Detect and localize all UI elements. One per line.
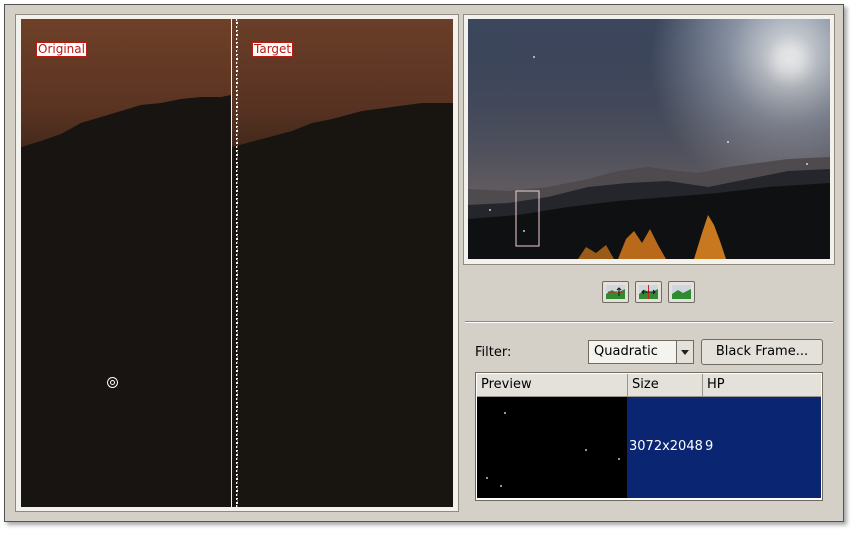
- split-view-icon: [639, 285, 658, 299]
- dropdown-arrow-icon[interactable]: [676, 341, 693, 363]
- crosshair-cursor-icon: [107, 377, 118, 388]
- row-size: 3072x2048: [629, 439, 703, 454]
- overview-image[interactable]: [463, 14, 835, 265]
- compare-view[interactable]: Original Target: [15, 14, 459, 512]
- target-image[interactable]: Target: [232, 19, 453, 507]
- filter-selected-value: Quadratic: [594, 344, 658, 359]
- filter-label: Filter:: [475, 345, 512, 360]
- table-row[interactable]: 3072x2048 9: [477, 397, 821, 498]
- black-frame-button[interactable]: Black Frame...: [701, 339, 823, 365]
- single-view-button[interactable]: [602, 281, 629, 303]
- single-view-icon: [606, 285, 625, 299]
- row-hp: 9: [705, 439, 714, 454]
- section-divider: [465, 321, 833, 323]
- split-divider-handle[interactable]: [236, 19, 238, 507]
- dialog-window: Original Target Filter: Quadratic Black …: [4, 4, 844, 522]
- original-image[interactable]: Original: [21, 19, 231, 507]
- column-header-hp[interactable]: HP: [703, 374, 821, 396]
- split-view-button[interactable]: [635, 281, 662, 303]
- black-frame-preview: [477, 397, 627, 498]
- original-label: Original: [36, 42, 87, 57]
- filter-select[interactable]: Quadratic: [588, 340, 694, 364]
- target-label: Target: [252, 42, 294, 57]
- column-header-size[interactable]: Size: [628, 374, 703, 396]
- image-view-button[interactable]: [668, 281, 695, 303]
- table-header: Preview Size HP: [477, 374, 821, 397]
- black-frame-list[interactable]: Preview Size HP 3072x2048 9: [475, 372, 823, 501]
- image-view-icon: [672, 285, 691, 299]
- column-header-preview[interactable]: Preview: [477, 374, 628, 396]
